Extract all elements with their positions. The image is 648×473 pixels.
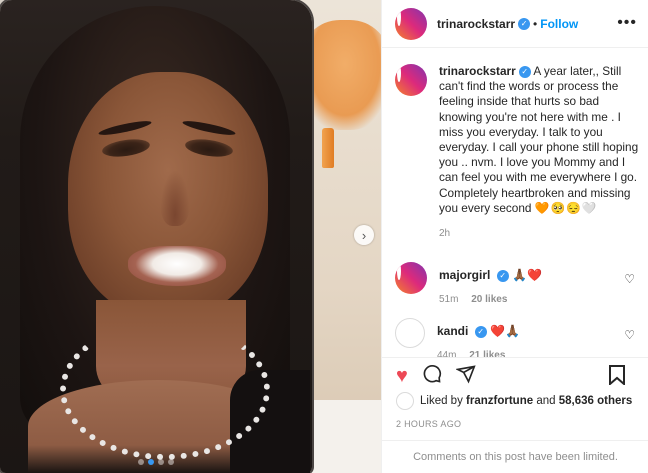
carousel-dots [138, 459, 174, 465]
post-caption: trinarockstarr ✓ A year later,, Still can… [395, 64, 639, 239]
comment-avatar[interactable] [395, 262, 427, 294]
verified-badge-icon: ✓ [474, 325, 487, 338]
caption-emojis: 🧡🥺😔🤍 [534, 200, 598, 215]
chevron-right-icon: › [361, 227, 367, 243]
verified-badge-icon: ✓ [518, 17, 531, 30]
carousel-dot [158, 459, 164, 465]
owner-username[interactable]: trinarockstarr [437, 17, 515, 31]
portrait-smile [128, 246, 226, 286]
comment-username[interactable]: majorgirl [439, 268, 490, 282]
carousel-dot-active [148, 459, 154, 465]
caption-text: A year later,, Still can't find the word… [439, 64, 639, 215]
action-bar: ♥ [382, 357, 648, 394]
liked-by-middle: and [536, 395, 556, 407]
owner-avatar[interactable] [395, 7, 427, 40]
comment-text: ❤️🙏🏾 [490, 324, 520, 338]
post-date[interactable]: 2 HOURS AGO [396, 419, 461, 429]
liked-by-count[interactable]: 58,636 others [559, 395, 633, 407]
caption-avatar[interactable] [395, 64, 427, 96]
liked-by-prefix: Liked by [420, 395, 463, 407]
follow-button[interactable]: Follow [540, 17, 578, 31]
instagram-post: › trinarockstarr ✓ • Follow ••• trinaroc… [0, 0, 648, 473]
caption-username[interactable]: trinarockstarr [439, 64, 516, 78]
comment-avatar[interactable] [395, 318, 425, 348]
comments-limited-notice: Comments on this post have been limited. [382, 440, 648, 473]
comment-meta: 51m 20 likes [439, 294, 542, 305]
post-media[interactable]: › [0, 0, 381, 473]
verified-badge-icon: ✓ [518, 65, 531, 78]
comment-username[interactable]: kandi [437, 324, 468, 338]
comment-item: majorgirl ✓ 🙏🏾❤️ 51m 20 likes ♡ [395, 262, 639, 305]
comment-text: 🙏🏾❤️ [512, 268, 542, 282]
liker-avatar[interactable] [396, 392, 414, 410]
share-icon[interactable] [454, 364, 476, 388]
background-orange-light [300, 20, 381, 130]
liked-by-user[interactable]: franzfortune [466, 395, 533, 407]
carousel-dot [138, 459, 144, 465]
comment-item: kandi ✓ ❤️🙏🏾 44m 21 likes ♡ [395, 318, 639, 360]
liked-by: Liked by franzfortune and 58,636 others [396, 392, 632, 410]
header-separator: • [533, 16, 538, 31]
comment-likes[interactable]: 20 likes [471, 294, 507, 305]
comment-body: majorgirl ✓ 🙏🏾❤️ 51m 20 likes [439, 262, 542, 305]
background-table [300, 400, 381, 473]
post-header: trinarockstarr ✓ • Follow ••• [382, 0, 648, 48]
comment-icon[interactable] [422, 364, 442, 388]
heart-filled-icon[interactable]: ♥ [396, 366, 408, 386]
carousel-next-button[interactable]: › [354, 225, 374, 245]
more-horizontal-icon[interactable]: ••• [617, 14, 637, 32]
background-bottle [322, 128, 334, 168]
bookmark-icon[interactable] [609, 364, 625, 388]
comment-body: kandi ✓ ❤️🙏🏾 44m 21 likes [437, 318, 520, 360]
post-side-panel: trinarockstarr ✓ • Follow ••• trinarocks… [381, 0, 648, 473]
portrait-diamond-necklace [60, 320, 270, 460]
caption-text-block: trinarockstarr ✓ A year later,, Still can… [439, 64, 639, 216]
comment-text-block: kandi ✓ ❤️🙏🏾 [437, 324, 520, 338]
caption-body: trinarockstarr ✓ A year later,, Still can… [439, 64, 639, 239]
carousel-dot [168, 459, 174, 465]
verified-badge-icon: ✓ [496, 269, 509, 282]
comment-time[interactable]: 51m [439, 294, 458, 305]
comment-like-heart-icon[interactable]: ♡ [624, 272, 635, 286]
comment-like-heart-icon[interactable]: ♡ [624, 328, 635, 342]
comment-text-block: majorgirl ✓ 🙏🏾❤️ [439, 268, 542, 282]
portrait-nose [160, 170, 190, 226]
portrait-standee [0, 0, 312, 473]
caption-time[interactable]: 2h [439, 228, 639, 239]
